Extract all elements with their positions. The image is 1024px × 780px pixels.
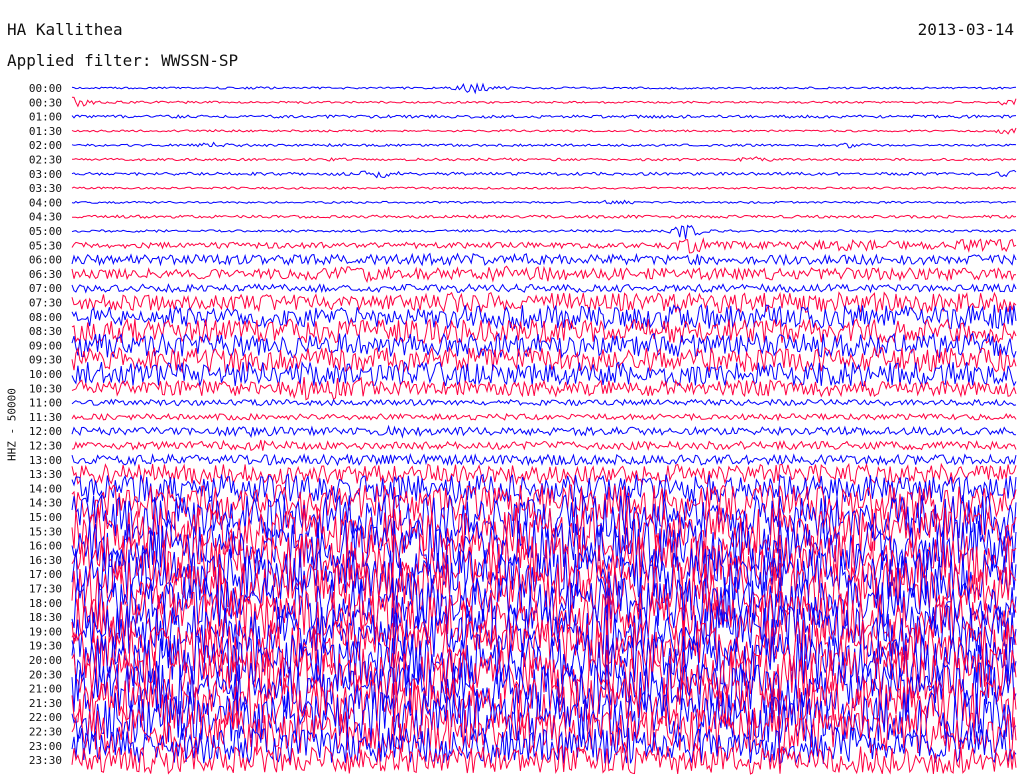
y-tick-label: 02:00 — [29, 139, 62, 152]
y-tick-label: 20:30 — [29, 668, 62, 681]
y-tick-label: 01:00 — [29, 111, 62, 124]
trace-line — [71, 439, 1017, 451]
y-tick-label: 17:00 — [29, 568, 62, 581]
y-tick-label: 05:00 — [29, 225, 62, 238]
y-tick-label: 21:30 — [29, 697, 62, 710]
trace-line — [71, 169, 1017, 179]
trace-line — [71, 82, 1017, 95]
trace-line — [71, 186, 1017, 190]
trace-line — [71, 473, 1017, 505]
trace-line — [71, 345, 1017, 374]
y-tick-label: 04:00 — [29, 196, 62, 209]
y-tick-label: 06:00 — [29, 254, 62, 267]
y-tick-label: 13:30 — [29, 468, 62, 481]
trace-line — [71, 398, 1017, 407]
y-tick-label: 03:30 — [29, 182, 62, 195]
trace-line — [71, 331, 1017, 360]
y-tick-label: 18:00 — [29, 597, 62, 610]
trace-line — [71, 252, 1017, 267]
y-tick-label: 10:00 — [29, 368, 62, 381]
trace-line — [71, 744, 1017, 775]
y-tick-label: 13:00 — [29, 454, 62, 467]
y-tick-label: 12:00 — [29, 425, 62, 438]
y-tick-label: 15:00 — [29, 511, 62, 524]
y-tick-label: 09:00 — [29, 339, 62, 352]
y-tick-label: 00:00 — [29, 82, 62, 95]
y-tick-label: 08:00 — [29, 311, 62, 324]
y-tick-label: 20:00 — [29, 654, 62, 667]
trace-line — [71, 224, 1017, 239]
y-tick-label: 15:30 — [29, 525, 62, 538]
y-tick-label: 00:30 — [29, 96, 62, 109]
trace-line — [71, 141, 1017, 149]
y-tick-label: 21:00 — [29, 683, 62, 696]
y-tick-label: 03:00 — [29, 168, 62, 181]
trace-line — [71, 114, 1017, 119]
helicorder-plot: 00:0000:30 01:0001:3002:00 02:3003:0003:30… — [29, 82, 1017, 775]
trace-line — [71, 424, 1017, 439]
y-tick-label: 18:30 — [29, 611, 62, 624]
y-tick-label: 10:30 — [29, 382, 62, 395]
trace-line — [71, 412, 1017, 422]
y-tick-label: 23:30 — [29, 754, 62, 767]
trace-line — [71, 317, 1017, 345]
trace-line — [71, 199, 1017, 205]
y-tick-label: 06:30 — [29, 268, 62, 281]
trace-line — [71, 453, 1017, 467]
y-tick-label: 19:00 — [29, 625, 62, 638]
y-tick-label: 14:00 — [29, 482, 62, 495]
y-tick-label: 02:30 — [29, 154, 62, 167]
trace-line — [71, 96, 1017, 108]
y-tick-label: 12:30 — [29, 440, 62, 453]
y-tick-label: 19:30 — [29, 640, 62, 653]
y-tick-label: 22:00 — [29, 711, 62, 724]
trace-line — [71, 214, 1017, 219]
trace-line — [71, 265, 1017, 284]
trace-line — [71, 282, 1017, 294]
y-tick-label: 17:30 — [29, 583, 62, 596]
y-tick-label: 14:30 — [29, 497, 62, 510]
trace-line — [71, 127, 1017, 135]
y-tick-label: 05:30 — [29, 239, 62, 252]
y-tick-label: 16:30 — [29, 554, 62, 567]
y-tick-label: 11:30 — [29, 411, 62, 424]
y-tick-label: 09:30 — [29, 354, 62, 367]
y-tick-label: 01:30 — [29, 125, 62, 138]
y-tick-label: 11:00 — [29, 397, 62, 410]
trace-line — [72, 156, 1017, 163]
y-tick-label: 04:30 — [29, 211, 62, 224]
y-tick-label: 08:30 — [29, 325, 62, 338]
y-tick-label: 07:30 — [29, 297, 62, 310]
trace-line — [71, 237, 1017, 254]
y-tick-label: 16:00 — [29, 540, 62, 553]
y-tick-label: 07:00 — [29, 282, 62, 295]
y-tick-label: 23:00 — [29, 740, 62, 753]
y-tick-label: 22:30 — [29, 726, 62, 739]
trace-line — [71, 376, 1017, 401]
